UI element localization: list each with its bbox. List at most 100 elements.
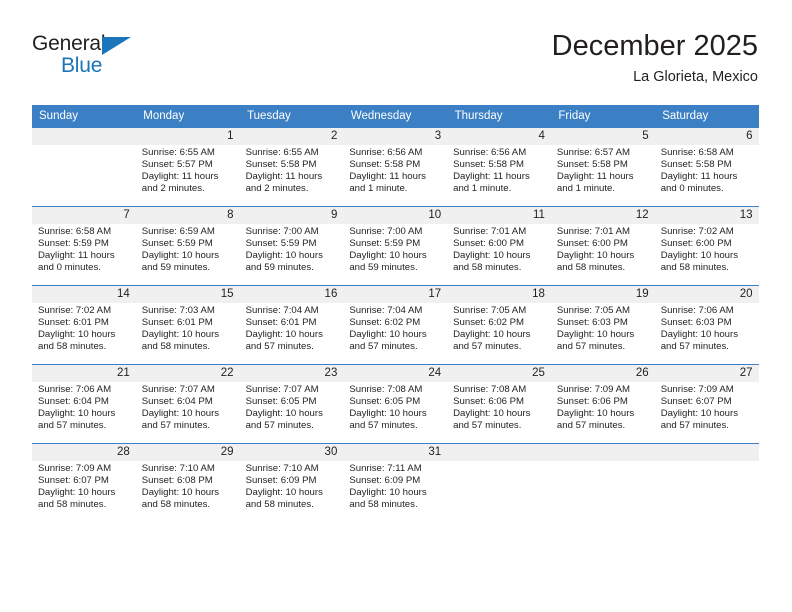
logo-text-general: General [32,32,106,55]
day-number: 25 [447,365,551,382]
week-row: 1 Sunrise: 6:55 AM Sunset: 5:57 PM Dayli… [32,128,759,207]
day-cell[interactable]: 30 Sunrise: 7:10 AM Sunset: 6:09 PM Dayl… [239,443,344,522]
day-number: 24 [343,365,448,382]
daylight-text-line1: Daylight: 10 hours [349,249,427,261]
sunrise-text: Sunrise: 7:00 AM [349,226,423,237]
daylight-text-line1: Daylight: 10 hours [556,328,635,340]
day-number: 7 [32,207,136,224]
sunrise-text: Sunrise: 7:09 AM [660,384,734,395]
day-cell[interactable]: 21 Sunrise: 7:06 AM Sunset: 6:04 PM Dayl… [32,364,136,444]
sunrise-text: Sunrise: 7:03 AM [141,305,215,316]
sunrise-text: Sunrise: 7:04 AM [245,305,319,316]
sunset-text: Sunset: 6:01 PM [141,316,213,328]
sunset-text: Sunset: 6:00 PM [660,237,732,249]
sunrise-text: Sunrise: 7:04 AM [349,305,423,316]
day-number: 28 [32,444,136,461]
day-cell[interactable]: 29 Sunrise: 7:10 AM Sunset: 6:08 PM Dayl… [135,443,240,522]
day-cell[interactable]: 24 Sunrise: 7:08 AM Sunset: 6:05 PM Dayl… [343,364,448,444]
day-cell[interactable]: 16 Sunrise: 7:04 AM Sunset: 6:01 PM Dayl… [239,285,344,365]
day-cell[interactable]: 14 Sunrise: 7:02 AM Sunset: 6:01 PM Dayl… [32,285,136,365]
day-cell[interactable]: 17 Sunrise: 7:04 AM Sunset: 6:02 PM Dayl… [343,285,448,365]
day-cell[interactable]: 20 Sunrise: 7:06 AM Sunset: 6:03 PM Dayl… [654,285,759,365]
day-cell[interactable]: 1 Sunrise: 6:55 AM Sunset: 5:57 PM Dayli… [135,128,240,207]
daylight-text-line1: Daylight: 10 hours [141,486,220,498]
daylight-text-line2: and 57 minutes. [245,419,314,431]
sunset-text: Sunset: 6:07 PM [660,395,732,407]
daylight-text-line2: and 57 minutes. [453,419,522,431]
daylight-text-line2: and 2 minutes. [141,182,205,194]
day-details [655,461,759,463]
daylight-text-line1: Daylight: 10 hours [660,249,739,261]
page-title: December 2025 [551,30,758,62]
day-number: 23 [239,365,344,382]
day-cell[interactable]: 15 Sunrise: 7:03 AM Sunset: 6:01 PM Dayl… [135,285,240,365]
day-cell[interactable]: 6 Sunrise: 6:58 AM Sunset: 5:58 PM Dayli… [654,128,759,207]
day-cell[interactable]: 3 Sunrise: 6:56 AM Sunset: 5:58 PM Dayli… [343,128,448,207]
day-number: 14 [32,286,136,303]
daylight-text-line1: Daylight: 11 hours [38,249,115,261]
day-number: 11 [447,207,551,224]
daylight-text-line2: and 58 minutes. [660,261,729,273]
day-cell[interactable]: 11 Sunrise: 7:01 AM Sunset: 6:00 PM Dayl… [447,206,551,286]
day-number: 19 [550,286,655,303]
sunset-text: Sunset: 5:58 PM [556,158,628,170]
day-cell[interactable]: 12 Sunrise: 7:01 AM Sunset: 6:00 PM Dayl… [550,206,655,286]
day-cell[interactable]: 26 Sunrise: 7:09 AM Sunset: 6:06 PM Dayl… [550,364,655,444]
day-details [447,461,551,463]
day-number [447,444,551,461]
daylight-text-line2: and 58 minutes. [141,340,211,352]
sunset-text: Sunset: 6:00 PM [453,237,525,249]
daylight-text-line2: and 57 minutes. [660,340,729,352]
day-cell[interactable]: 13 Sunrise: 7:02 AM Sunset: 6:00 PM Dayl… [654,206,759,286]
day-number: 15 [135,286,240,303]
day-cell[interactable]: 27 Sunrise: 7:09 AM Sunset: 6:07 PM Dayl… [654,364,759,444]
day-details: Sunrise: 7:07 AM Sunset: 6:04 PM Dayligh… [136,382,240,432]
daylight-text-line2: and 57 minutes. [556,419,626,431]
day-details: Sunrise: 6:57 AM Sunset: 5:58 PM Dayligh… [551,145,655,195]
day-cell[interactable]: 5 Sunrise: 6:57 AM Sunset: 5:58 PM Dayli… [550,128,655,207]
sunrise-text: Sunrise: 7:05 AM [556,305,630,316]
general-blue-logo[interactable]: General Blue [32,32,152,84]
day-cell[interactable]: 2 Sunrise: 6:55 AM Sunset: 5:58 PM Dayli… [239,128,344,207]
day-cell[interactable]: 18 Sunrise: 7:05 AM Sunset: 6:02 PM Dayl… [447,285,551,365]
day-number: 21 [32,365,136,382]
day-details: Sunrise: 7:07 AM Sunset: 6:05 PM Dayligh… [240,382,344,432]
sunrise-text: Sunrise: 7:10 AM [245,463,319,474]
sunset-text: Sunset: 6:09 PM [349,474,421,486]
sunset-text: Sunset: 6:05 PM [349,395,421,407]
day-cell[interactable]: 22 Sunrise: 7:07 AM Sunset: 6:04 PM Dayl… [135,364,240,444]
day-cell[interactable]: 19 Sunrise: 7:05 AM Sunset: 6:03 PM Dayl… [550,285,655,365]
sunrise-text: Sunrise: 7:01 AM [453,226,527,237]
sunset-text: Sunset: 6:07 PM [38,474,109,486]
sunset-text: Sunset: 6:03 PM [556,316,628,328]
day-cell[interactable]: 25 Sunrise: 7:08 AM Sunset: 6:06 PM Dayl… [447,364,551,444]
day-cell[interactable]: 9 Sunrise: 7:00 AM Sunset: 5:59 PM Dayli… [239,206,344,286]
day-details [32,145,136,147]
day-details: Sunrise: 7:00 AM Sunset: 5:59 PM Dayligh… [240,224,344,274]
day-cell[interactable]: 8 Sunrise: 6:59 AM Sunset: 5:59 PM Dayli… [135,206,240,286]
day-details: Sunrise: 7:03 AM Sunset: 6:01 PM Dayligh… [136,303,240,353]
daylight-text-line2: and 59 minutes. [141,261,211,273]
sunrise-text: Sunrise: 6:55 AM [245,147,319,158]
day-cell[interactable]: 7 Sunrise: 6:58 AM Sunset: 5:59 PM Dayli… [32,206,136,286]
daylight-text-line2: and 58 minutes. [141,498,211,510]
day-cell[interactable] [550,443,655,522]
day-number: 10 [343,207,448,224]
day-cell[interactable] [32,128,136,207]
title-block: December 2025 La Glorieta, Mexico [552,28,758,88]
daylight-text-line2: and 1 minute. [453,182,512,194]
day-cell[interactable]: 4 Sunrise: 6:56 AM Sunset: 5:58 PM Dayli… [447,128,551,207]
sunset-text: Sunset: 6:08 PM [141,474,213,486]
day-cell[interactable] [447,443,551,522]
logo-triangle-icon [102,37,131,55]
day-cell[interactable]: 28 Sunrise: 7:09 AM Sunset: 6:07 PM Dayl… [32,443,136,522]
day-cell[interactable] [654,443,759,522]
weekday-header-monday: Monday [135,105,241,128]
daylight-text-line1: Daylight: 10 hours [453,407,531,419]
sunrise-text: Sunrise: 7:05 AM [453,305,527,316]
day-cell[interactable]: 31 Sunrise: 7:11 AM Sunset: 6:09 PM Dayl… [343,443,448,522]
day-cell[interactable]: 23 Sunrise: 7:07 AM Sunset: 6:05 PM Dayl… [239,364,344,444]
daylight-text-line1: Daylight: 10 hours [660,407,739,419]
daylight-text-line2: and 0 minutes. [38,261,101,273]
day-cell[interactable]: 10 Sunrise: 7:00 AM Sunset: 5:59 PM Dayl… [343,206,448,286]
